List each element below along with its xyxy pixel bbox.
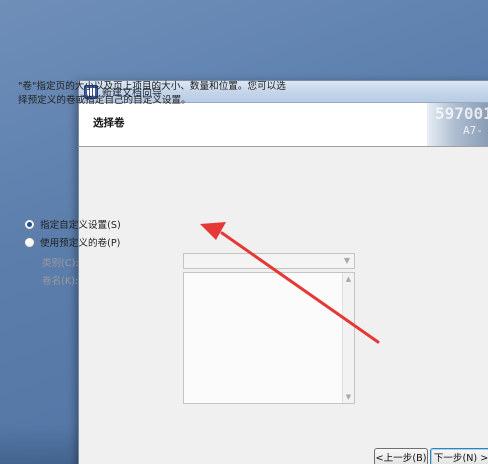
category-label: 类别(C): bbox=[42, 258, 79, 269]
banner-text-secondary: A7- bbox=[463, 124, 483, 137]
radio-button-checked[interactable] bbox=[24, 218, 35, 230]
next-button[interactable]: 下一步(N) > bbox=[430, 448, 488, 464]
radio-label-predefined[interactable]: 使用预定义的卷(P) bbox=[40, 235, 120, 249]
category-select[interactable]: ▼ bbox=[183, 253, 355, 269]
back-button[interactable]: <上一步(B) bbox=[374, 448, 428, 464]
radio-label-custom[interactable]: 指定自定义设置(S) bbox=[40, 217, 121, 231]
desktop-background bbox=[0, 424, 80, 464]
volume-name-label: 卷名(K): bbox=[42, 276, 79, 287]
radio-custom-settings[interactable]: 指定自定义设置(S) bbox=[24, 217, 121, 231]
radio-predefined-volume[interactable]: 使用预定义的卷(P) bbox=[24, 235, 120, 249]
scroll-up-icon[interactable]: ▲ bbox=[343, 273, 354, 285]
volume-name-list[interactable]: ▲ ▼ bbox=[183, 272, 355, 404]
page-title: 选择卷 bbox=[93, 117, 125, 129]
wizard-header: 选择卷 597001 A7- bbox=[79, 103, 488, 147]
description-text: "卷"指定页的大小以及页上项目的大小、数量和位置。您可以选择预定义的卷或指定自己… bbox=[18, 81, 286, 106]
chevron-down-icon[interactable]: ▼ bbox=[342, 256, 352, 266]
scroll-down-icon[interactable]: ▼ bbox=[343, 391, 354, 403]
radio-button-unchecked[interactable] bbox=[24, 236, 35, 248]
scrollbar[interactable]: ▲ ▼ bbox=[342, 273, 354, 403]
banner-text: 597001 bbox=[435, 104, 488, 123]
header-banner-image: 597001 A7- bbox=[427, 103, 488, 146]
